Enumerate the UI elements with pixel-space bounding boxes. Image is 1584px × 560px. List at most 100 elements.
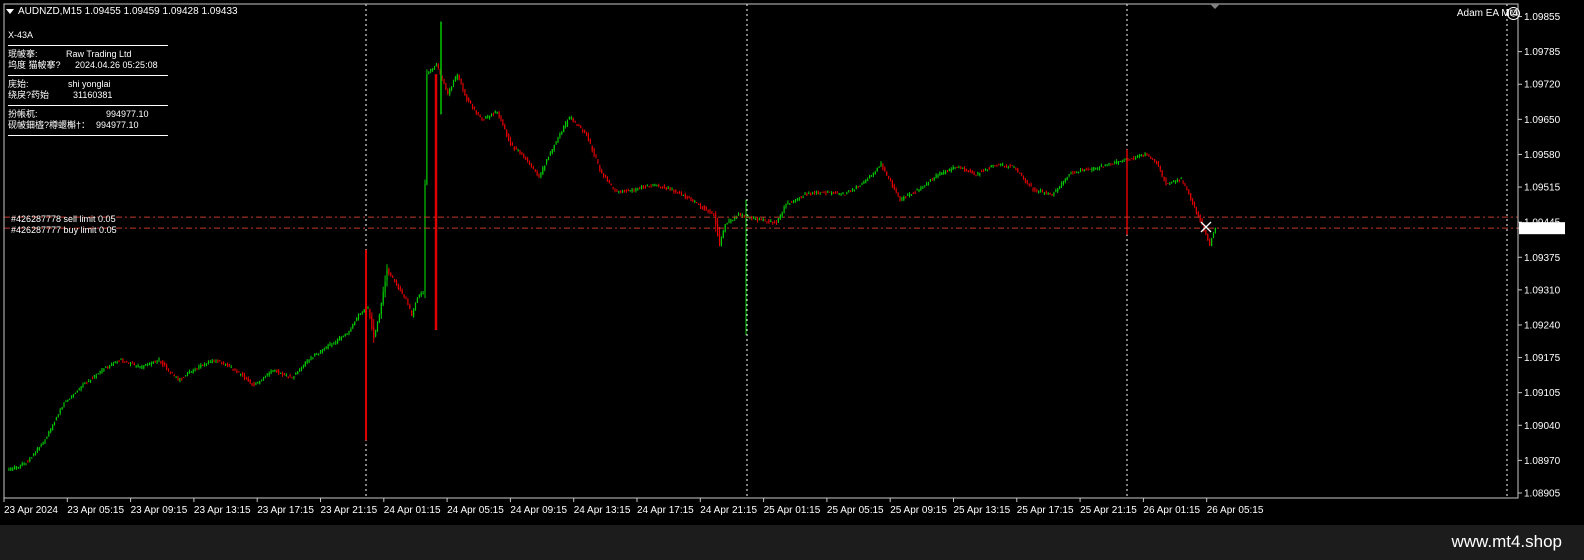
candle-body	[207, 362, 209, 364]
candle-body	[291, 376, 293, 378]
candle-body	[190, 371, 192, 373]
candle-body	[682, 194, 684, 196]
candle-body	[124, 361, 126, 363]
candle-body	[834, 192, 836, 194]
candle-body	[416, 298, 418, 303]
candle-body	[1188, 190, 1190, 195]
candle-body	[112, 363, 114, 366]
candle-body	[198, 365, 200, 369]
candle-body	[1036, 190, 1038, 192]
candle-body	[610, 183, 612, 186]
candle-body	[164, 363, 166, 365]
candle-body	[1102, 166, 1104, 168]
candle-body	[578, 124, 580, 127]
candle-body	[774, 221, 776, 223]
candle-body	[380, 303, 382, 315]
candle-body	[622, 191, 624, 193]
candle-body	[616, 190, 618, 192]
candle-body	[209, 361, 211, 363]
candle-body	[1019, 172, 1021, 174]
candle-body	[234, 369, 236, 371]
candle-body	[84, 383, 86, 385]
candle-body	[211, 360, 213, 364]
candle-body	[1186, 187, 1188, 191]
candle-body	[1078, 172, 1080, 174]
candle-series	[8, 21, 1216, 471]
candle-body	[80, 386, 82, 390]
candle-body	[1059, 186, 1061, 189]
candle-body	[471, 105, 474, 108]
candle-body	[185, 375, 187, 377]
candle-body	[663, 185, 665, 188]
candle-body	[1129, 159, 1131, 161]
candle-body	[242, 373, 244, 376]
candle-body	[1003, 166, 1006, 168]
candle-body	[504, 125, 506, 130]
candle-body	[597, 160, 599, 164]
candle-body	[152, 361, 154, 364]
candle-body	[1095, 168, 1097, 170]
footer-bar: www.mt4.shop	[0, 525, 1584, 560]
candle-body	[266, 374, 268, 376]
candle-body	[1068, 174, 1070, 176]
candle-body	[354, 321, 356, 326]
candle-body	[428, 72, 430, 74]
candle-body	[99, 370, 101, 373]
candle-body	[726, 223, 728, 225]
candle-body	[403, 294, 405, 298]
candle-body	[114, 362, 116, 364]
smiley-icon[interactable]: ☺	[1507, 7, 1520, 20]
candle-body	[1154, 159, 1156, 161]
candle-body	[418, 295, 420, 297]
candle-body	[489, 116, 491, 119]
candle-body	[302, 365, 304, 367]
candle-body	[853, 189, 855, 191]
candle-body	[977, 172, 979, 174]
candle-body	[848, 190, 850, 192]
candle-body	[160, 361, 162, 364]
candle-body	[990, 165, 992, 168]
chart-title: AUDNZD,M15 1.09455 1.09459 1.09428 1.094…	[6, 6, 238, 17]
candle-body	[118, 361, 120, 363]
axes: 1.09855 1.09785 1.09720 1.09650 1.09580 1.095…	[3, 3, 1565, 516]
y-tick-label: 1.09310	[1524, 285, 1561, 296]
candle-body	[939, 172, 941, 175]
candle-body	[762, 219, 764, 221]
candle-body	[95, 375, 97, 378]
candle-body	[998, 164, 1000, 166]
candle-body	[819, 193, 821, 195]
time-row: 坞度 猫帔搴? 2024.04.26 05:25:08	[8, 60, 158, 70]
candle-body	[620, 190, 622, 193]
candle-body	[33, 453, 35, 456]
candle-body	[363, 309, 365, 313]
candle-body	[1030, 183, 1032, 187]
candle-body	[167, 369, 170, 372]
candle-body	[1015, 168, 1017, 170]
candle-body	[587, 133, 589, 141]
dropdown-arrow-icon[interactable]	[6, 8, 14, 14]
candle-body	[855, 186, 857, 189]
price-chart[interactable]: 1.09855 1.09785 1.09720 1.09650 1.09580 1.095…	[0, 0, 1584, 525]
candle-body	[430, 69, 432, 72]
candle-body	[306, 360, 308, 363]
candle-body	[40, 444, 42, 446]
candle-body	[730, 219, 732, 223]
candle-body	[325, 347, 327, 349]
candle-body	[1034, 188, 1036, 191]
candle-body	[131, 362, 133, 364]
candle-body	[952, 167, 954, 170]
sell-limit-order-label[interactable]: #426287778 sell limit 0.05	[11, 214, 116, 224]
candle-body	[703, 205, 705, 210]
separator	[8, 45, 168, 46]
candle-body	[859, 185, 861, 187]
chart-canvas[interactable]: 1.09855 1.09785 1.09720 1.09650 1.09580 1.095…	[0, 0, 1584, 525]
candle-body	[255, 382, 257, 385]
candle-body	[614, 189, 616, 191]
candle-body	[129, 363, 132, 365]
buy-limit-order-label[interactable]: #426287777 buy limit 0.05	[11, 225, 117, 235]
x-tick-label: 25 Apr 21:15	[1080, 505, 1137, 516]
candle-body	[1192, 199, 1194, 205]
candle-body	[15, 467, 18, 469]
candle-body	[1214, 227, 1216, 233]
candle-body	[1199, 215, 1201, 223]
